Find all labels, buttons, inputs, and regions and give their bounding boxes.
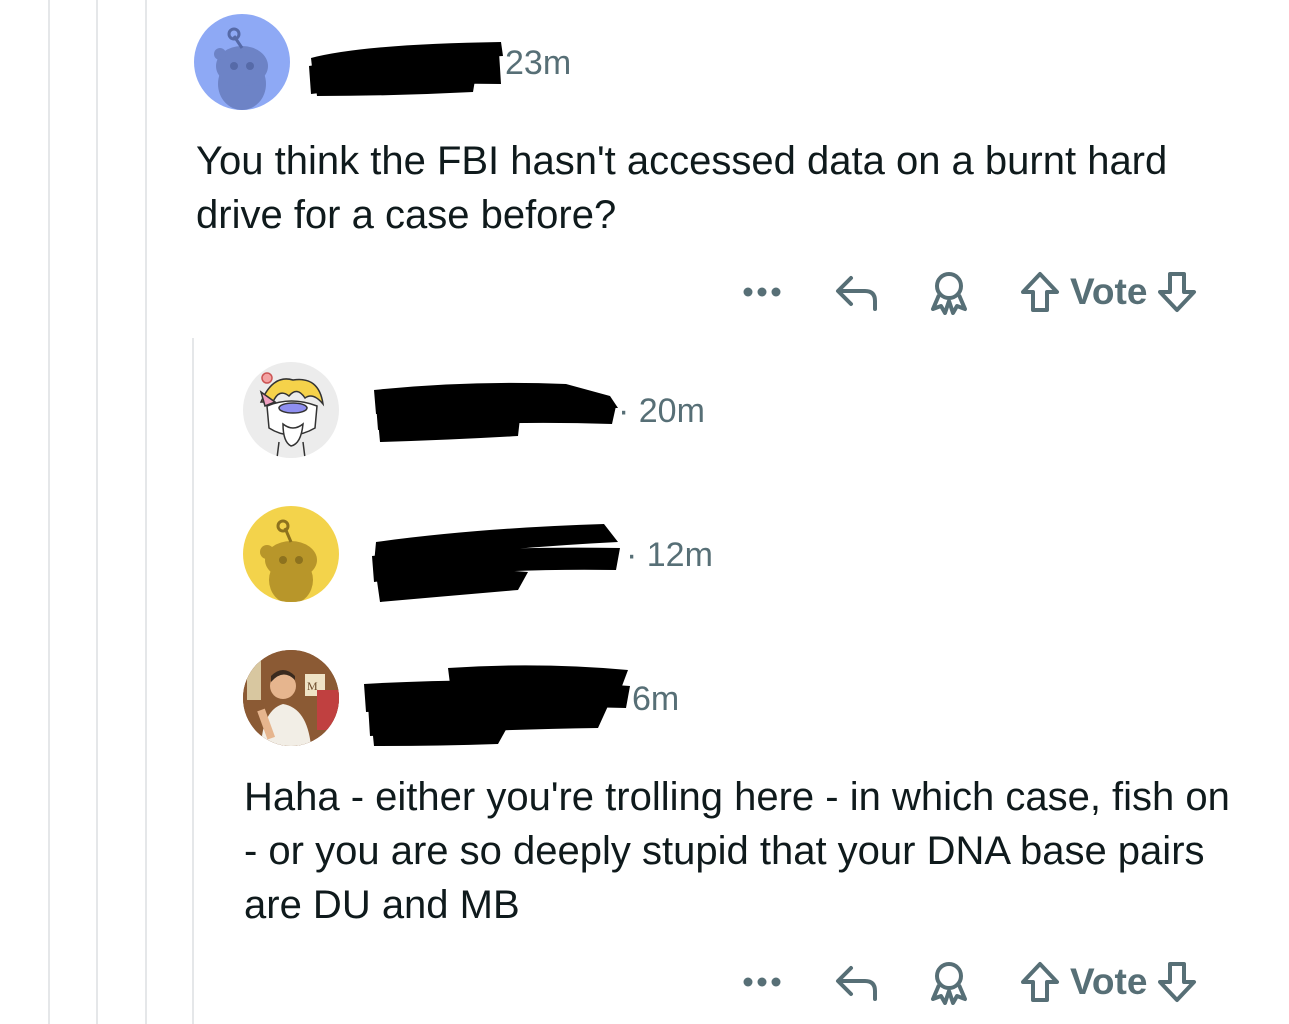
- downvote-arrow-icon: [1158, 962, 1197, 1002]
- reply-button[interactable]: [832, 962, 882, 1002]
- upvote-arrow-icon: [1021, 962, 1059, 1002]
- avatar[interactable]: [243, 506, 339, 602]
- username-redaction: [374, 382, 618, 442]
- downvote-arrow-icon: [1158, 272, 1197, 312]
- award-icon: [931, 962, 967, 1005]
- comment-timestamp: 6m: [632, 680, 680, 718]
- reply-icon: [836, 276, 877, 311]
- cartoon-cat-avatar: [259, 372, 325, 458]
- username-redaction: [309, 42, 503, 96]
- reply-button[interactable]: [832, 272, 882, 312]
- upvote-button[interactable]: [1018, 960, 1062, 1004]
- snoo-avatar-yellow: [260, 519, 317, 602]
- reply-icon: [836, 966, 877, 1001]
- award-button[interactable]: [924, 269, 974, 315]
- comment-body: Haha - either you're trolling here - in …: [244, 775, 1230, 927]
- avatar[interactable]: [243, 362, 339, 458]
- more-options-button[interactable]: [738, 286, 786, 298]
- photo-avatar: M: [243, 650, 339, 746]
- snoo-avatar-blue: [214, 27, 268, 110]
- upvote-button[interactable]: [1018, 270, 1062, 314]
- comment-actions: Vote: [738, 262, 1199, 322]
- vote-label: Vote: [1070, 961, 1148, 1002]
- thread-line-1: [48, 0, 50, 1024]
- award-icon: [931, 272, 967, 315]
- thread-line-2: [96, 0, 98, 1024]
- thread-line-3: [145, 0, 147, 1024]
- avatar[interactable]: [194, 14, 290, 110]
- comment-body: You think the FBI hasn't accessed data o…: [196, 139, 1168, 237]
- avatar[interactable]: M: [243, 650, 339, 746]
- downvote-button[interactable]: [1155, 960, 1199, 1004]
- svg-text:M: M: [307, 679, 318, 693]
- comment-timestamp: 23m: [505, 44, 572, 82]
- ellipsis-icon: [743, 977, 781, 987]
- comment-timestamp: · 20m: [618, 392, 705, 430]
- username-redaction: [364, 665, 630, 746]
- upvote-arrow-icon: [1021, 272, 1059, 312]
- more-options-button[interactable]: [738, 976, 786, 988]
- comment-timestamp: · 12m: [626, 536, 713, 574]
- downvote-button[interactable]: [1155, 270, 1199, 314]
- ellipsis-icon: [743, 287, 781, 297]
- thread-line-4: [192, 338, 194, 1024]
- award-button[interactable]: [924, 959, 974, 1005]
- username-redaction: [372, 524, 620, 602]
- vote-label: Vote: [1070, 271, 1148, 312]
- comment-actions: Vote: [738, 952, 1199, 1012]
